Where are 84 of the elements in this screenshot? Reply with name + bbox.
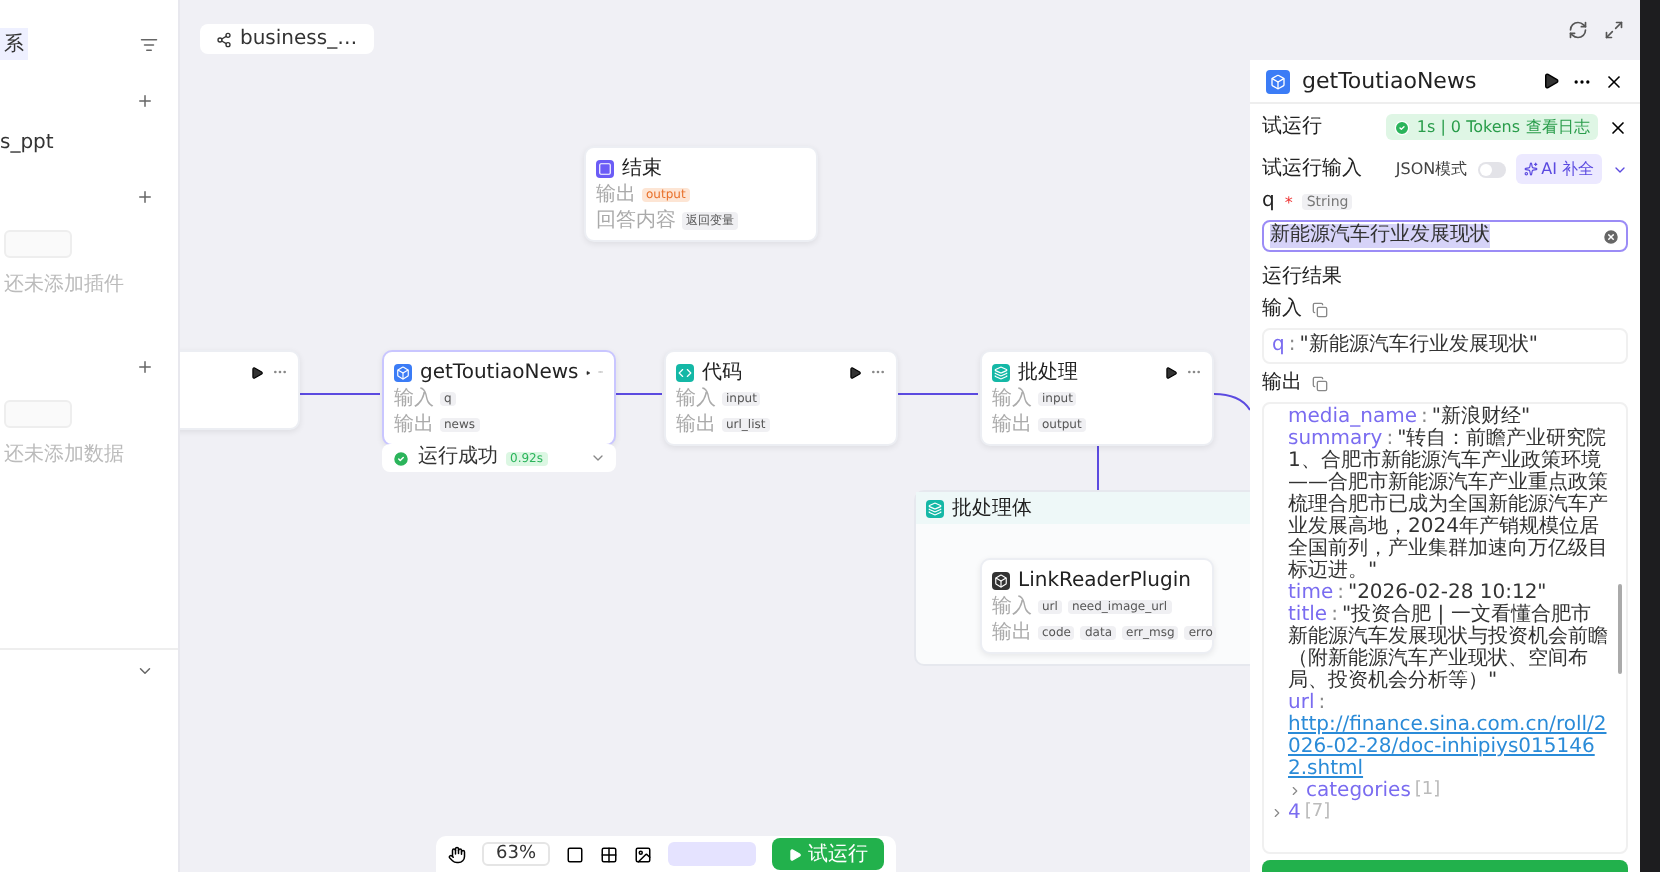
- param-name: q: [1262, 190, 1275, 214]
- json-mode-toggle[interactable]: [1477, 161, 1506, 177]
- scrollbar[interactable]: [1618, 584, 1622, 674]
- workflow-tab[interactable]: business_…: [200, 24, 374, 54]
- node-title: 批处理: [1018, 359, 1080, 386]
- chevron-icon[interactable]: [590, 450, 606, 466]
- chevron-icon[interactable]: [136, 662, 154, 680]
- section-title: 试运行: [1262, 115, 1324, 139]
- required-mark: *: [1284, 193, 1293, 211]
- row-label: 输出: [992, 413, 1032, 437]
- add-icon[interactable]: [136, 92, 154, 110]
- add-node-button[interactable]: [668, 842, 757, 866]
- row-label: 输出: [596, 183, 636, 207]
- empty-text: 还未添加数据: [4, 441, 126, 468]
- add-icon[interactable]: [136, 188, 154, 206]
- sidebar-item[interactable]: s_ppt: [0, 132, 54, 154]
- square-icon[interactable]: [566, 845, 585, 863]
- row-label: 输入: [992, 595, 1032, 619]
- row-label: 输出: [394, 413, 434, 437]
- node-icon: [1266, 69, 1290, 93]
- output-field: summary : "转自：前瞻产业研究院1、合肥市新能源汽车产业政策环境——合肥市新能源汽车产业重点政策梳理合肥市已成为全国新能源汽车产业发展高地，2024年产销规模位居全国前列，产业集群加速向万亿级目标迈进。": [1270, 428, 1610, 582]
- copy-icon[interactable]: [1312, 376, 1328, 392]
- ai-complete-button[interactable]: AI 补全: [1515, 154, 1602, 184]
- connector-line: [897, 393, 979, 395]
- section-title: 运行结果: [1262, 266, 1342, 290]
- node-title: LinkReaderPlugin: [1018, 569, 1191, 591]
- panel-title: getToutiaoNews: [1302, 68, 1479, 94]
- check-icon: [1394, 119, 1411, 135]
- zoom-select[interactable]: 63%: [482, 842, 551, 866]
- status-text: 运行成功: [418, 446, 498, 470]
- connector-line: [615, 393, 663, 395]
- share-icon: [216, 31, 232, 47]
- output-field: title : "投资合肥 | 一文看懂合肥市新能源汽车发展现状与投资机会前瞻（附新能源汽车产业现状、空间布局、投资机会分析等）": [1270, 604, 1610, 692]
- input-json: q : "新能源汽车行业发展现状": [1262, 328, 1628, 364]
- connector-line: [1213, 393, 1250, 411]
- sidebar-tag: 系: [0, 28, 28, 60]
- section-title: 试运行输入: [1262, 157, 1364, 181]
- section-title: 输入: [1262, 298, 1302, 322]
- expand-chevron-icon[interactable]: [1288, 784, 1302, 798]
- expand-icon[interactable]: [1604, 20, 1624, 40]
- row-label: 输入: [394, 387, 434, 411]
- output-field: media_name : "新浪财经": [1270, 406, 1610, 428]
- collapse-icon[interactable]: [140, 35, 158, 53]
- close-icon[interactable]: [1604, 71, 1624, 91]
- expand-chevron-icon[interactable]: [1270, 806, 1284, 820]
- play-icon[interactable]: [1542, 72, 1560, 90]
- grid-icon[interactable]: [600, 845, 619, 863]
- play-icon[interactable]: [848, 365, 862, 379]
- add-icon[interactable]: [136, 358, 154, 376]
- output-field: url : http://finance.sina.com.cn/roll/2026-02-28/doc-inhipiys0151462.shtml: [1270, 692, 1610, 780]
- row-label: 输出: [676, 413, 716, 437]
- play-icon: [788, 847, 803, 861]
- url-link[interactable]: http://finance.sina.com.cn/roll/2026-02-28/doc-inhipiys0151462.shtml: [1288, 714, 1610, 780]
- close-icon[interactable]: [1608, 117, 1628, 137]
- refresh-icon[interactable]: [1568, 20, 1588, 40]
- row-label: 输入: [676, 387, 716, 411]
- node-icon: [926, 499, 944, 517]
- node-title: 批处理体: [952, 495, 1034, 522]
- output-field: time : "2026-02-28 10:12": [1270, 582, 1610, 604]
- item-count: [1]: [1414, 780, 1441, 802]
- row-label: 输出: [992, 621, 1032, 645]
- section-title: 输出: [1262, 372, 1302, 396]
- node-title: 结束: [622, 155, 664, 182]
- row-label: 输入: [992, 387, 1032, 411]
- copy-icon[interactable]: [1312, 302, 1328, 318]
- clear-icon[interactable]: [1602, 227, 1620, 245]
- tree-key[interactable]: 4: [1288, 802, 1301, 824]
- play-icon[interactable]: [250, 365, 264, 379]
- sparkle-icon: [1523, 162, 1538, 176]
- empty-text: 还未添加插件: [4, 271, 126, 298]
- image-icon[interactable]: [634, 845, 653, 863]
- node-icon: [992, 571, 1010, 589]
- input-field[interactable]: 新能源汽车行业发展现状: [1262, 220, 1628, 252]
- hand-icon[interactable]: [448, 845, 466, 863]
- check-icon: [392, 449, 410, 467]
- play-icon[interactable]: [1164, 365, 1178, 379]
- connector-line: [299, 393, 381, 395]
- tree-key[interactable]: categories: [1306, 780, 1411, 802]
- json-mode-label: JSON模式: [1395, 158, 1468, 180]
- item-count: [7]: [1304, 802, 1331, 824]
- run-result-badge: 1s | 0 Tokens 查看日志: [1386, 114, 1598, 140]
- node-title: getToutiaoNews: [420, 361, 579, 383]
- row-label: 回答内容: [596, 209, 676, 233]
- node-title: 代码: [702, 360, 744, 386]
